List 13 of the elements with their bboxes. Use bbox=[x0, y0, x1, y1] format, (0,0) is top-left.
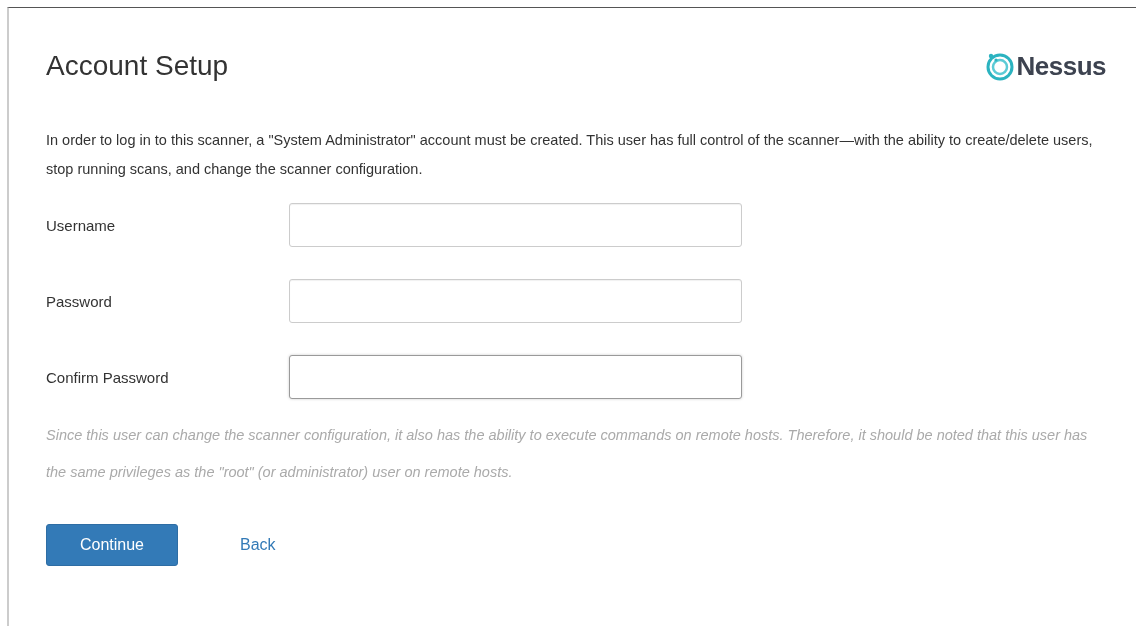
continue-button[interactable]: Continue bbox=[46, 524, 178, 566]
input-field[interactable] bbox=[289, 203, 742, 247]
logo-wordmark: Nessus bbox=[1016, 50, 1106, 82]
field-label: Username bbox=[46, 216, 117, 234]
field-label: Password bbox=[46, 292, 113, 310]
logo-icon bbox=[984, 51, 1015, 81]
field-label: Confirm Password bbox=[46, 368, 170, 386]
description-text: In order to log in to this scanner, a "System Administrator" account must be created. This user has full control of the scanner—with the ability to create/delete users, stop running scans, and change the scanner configuration. bbox=[46, 131, 1094, 179]
input-field[interactable] bbox=[289, 279, 742, 323]
back-link[interactable]: Back bbox=[240, 536, 276, 554]
note-text: Since this user can change the scanner configuration, it also has the ability to execute commands on remote hosts. Therefore, it should be noted that this user has the same privileges as the "root" (or administrator) user on remote hosts. bbox=[46, 426, 1089, 482]
input-field[interactable] bbox=[289, 355, 742, 399]
page-title: Account Setup bbox=[46, 50, 229, 82]
